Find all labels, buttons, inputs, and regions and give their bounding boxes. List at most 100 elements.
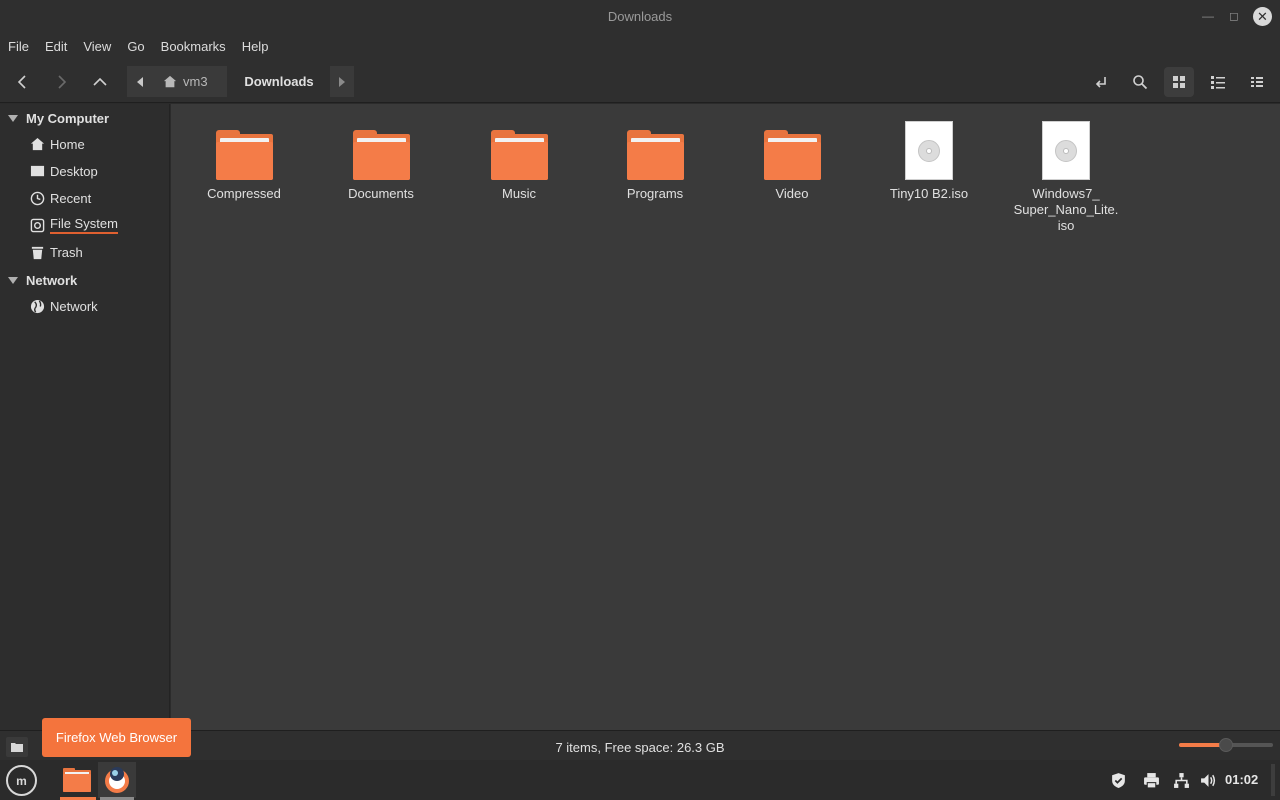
triangle-right-icon bbox=[339, 76, 345, 87]
arrow-up-icon bbox=[93, 77, 107, 86]
folder-icon bbox=[63, 768, 91, 792]
taskbar-firefox-app[interactable] bbox=[98, 762, 136, 800]
location-entry-icon bbox=[1095, 77, 1106, 88]
file-item[interactable]: Windows7_ Super_Nano_Lite. iso bbox=[1006, 120, 1126, 234]
trash-icon bbox=[29, 244, 45, 260]
file-item[interactable]: Video bbox=[732, 120, 852, 202]
file-item[interactable]: Music bbox=[459, 120, 579, 202]
mint-logo-icon: m bbox=[16, 773, 27, 788]
zoom-slider[interactable] bbox=[1179, 738, 1273, 752]
grid-view-icon bbox=[1173, 76, 1185, 88]
expander-icon bbox=[8, 276, 18, 284]
maximize-icon: ◻ bbox=[1229, 9, 1239, 23]
sidebar-item-network[interactable]: Network bbox=[29, 296, 98, 316]
arrow-left-icon bbox=[17, 75, 26, 89]
menu-go[interactable]: Go bbox=[127, 39, 144, 54]
folder-icon bbox=[626, 130, 684, 180]
up-button[interactable] bbox=[85, 67, 115, 97]
close-button[interactable]: ✕ bbox=[1253, 7, 1272, 26]
tooltip: Firefox Web Browser bbox=[42, 718, 191, 757]
breadcrumb-home[interactable]: vm3 bbox=[153, 66, 227, 97]
sidebar-item-label: Desktop bbox=[50, 163, 98, 179]
network-tray[interactable] bbox=[1171, 770, 1191, 790]
search-button[interactable] bbox=[1125, 67, 1155, 97]
back-button[interactable] bbox=[8, 67, 38, 97]
file-name: Music bbox=[502, 186, 536, 201]
disc-image-icon bbox=[905, 121, 953, 180]
home-icon bbox=[163, 75, 177, 87]
breadcrumb-current[interactable]: Downloads bbox=[228, 66, 330, 97]
shield-check-icon bbox=[1111, 772, 1125, 788]
status-text: 7 items, Free space: 26.3 GB bbox=[555, 740, 725, 755]
list-view-button[interactable] bbox=[1203, 67, 1233, 97]
desktop-icon bbox=[29, 163, 45, 179]
minimize-button[interactable]: — bbox=[1198, 6, 1218, 26]
menu-file[interactable]: File bbox=[8, 39, 29, 54]
firefox-icon bbox=[105, 767, 129, 793]
menu-bar: File Edit View Go Bookmarks Help bbox=[0, 33, 1280, 60]
sidebar-section-title: My Computer bbox=[26, 110, 110, 126]
sidebar-section-network[interactable]: Network bbox=[8, 271, 77, 289]
forward-button[interactable] bbox=[46, 67, 76, 97]
compact-view-button[interactable] bbox=[1242, 67, 1272, 97]
file-name: Documents bbox=[348, 186, 414, 201]
minimize-icon: — bbox=[1202, 9, 1214, 23]
triangle-left-icon bbox=[137, 76, 143, 87]
sidebar-item-desktop[interactable]: Desktop bbox=[29, 161, 98, 181]
title-bar: Downloads — ◻ ✕ bbox=[0, 0, 1280, 33]
sidebar-item-label: Recent bbox=[50, 190, 92, 206]
breadcrumb-scroll-right[interactable] bbox=[330, 66, 354, 97]
arrow-right-icon bbox=[58, 75, 67, 89]
icon-view-button[interactable] bbox=[1164, 67, 1194, 97]
menu-help[interactable]: Help bbox=[242, 39, 269, 54]
clock[interactable]: 01:02 bbox=[1225, 772, 1258, 787]
toggle-location-entry-button[interactable] bbox=[1086, 67, 1116, 97]
toolbar: vm3 Downloads bbox=[0, 60, 1280, 103]
file-item[interactable]: Compressed bbox=[184, 120, 304, 202]
file-item[interactable]: Tiny10 B2.iso bbox=[869, 120, 989, 202]
sidebar-item-label: File System bbox=[50, 216, 118, 234]
menu-bookmarks[interactable]: Bookmarks bbox=[161, 39, 226, 54]
list-view-icon bbox=[1211, 76, 1225, 89]
sidebar-section-title: Network bbox=[26, 272, 78, 288]
update-manager-tray[interactable] bbox=[1108, 770, 1128, 790]
file-name: Windows7_ Super_Nano_Lite. iso bbox=[1013, 186, 1119, 233]
folder-icon bbox=[352, 130, 410, 180]
sidebar-item-label: Trash bbox=[50, 244, 83, 260]
status-bar: 7 items, Free space: 26.3 GB bbox=[0, 730, 1280, 760]
volume-tray[interactable] bbox=[1198, 770, 1218, 790]
volume-icon bbox=[1200, 773, 1215, 787]
sidebar-item-file-system[interactable]: File System bbox=[29, 215, 118, 235]
file-item[interactable]: Documents bbox=[321, 120, 441, 202]
folder-icon bbox=[490, 130, 548, 180]
home-icon bbox=[29, 136, 45, 152]
sidebar-section-my-computer[interactable]: My Computer bbox=[8, 109, 109, 127]
start-menu-button[interactable]: m bbox=[6, 765, 37, 796]
zoom-slider-handle[interactable] bbox=[1219, 738, 1233, 752]
menu-view[interactable]: View bbox=[83, 39, 111, 54]
file-view[interactable]: Compressed Documents Music Programs Vide… bbox=[171, 104, 1280, 730]
maximize-button[interactable]: ◻ bbox=[1224, 6, 1244, 26]
show-desktop-button[interactable] bbox=[1271, 764, 1275, 796]
network-wired-icon bbox=[1173, 772, 1189, 788]
sidebar: My Computer Home Desktop Recent File Sys… bbox=[0, 104, 170, 730]
expander-icon bbox=[8, 114, 18, 122]
recent-icon bbox=[29, 190, 45, 206]
sidebar-item-label: Home bbox=[50, 136, 85, 152]
sidebar-item-home[interactable]: Home bbox=[29, 134, 85, 154]
file-item[interactable]: Programs bbox=[595, 120, 715, 202]
file-name: Tiny10 B2.iso bbox=[889, 186, 969, 201]
menu-edit[interactable]: Edit bbox=[45, 39, 67, 54]
printer-tray[interactable] bbox=[1141, 770, 1161, 790]
breadcrumb-label: Downloads bbox=[244, 74, 314, 89]
sidebar-item-label: Network bbox=[50, 298, 98, 314]
sidebar-item-trash[interactable]: Trash bbox=[29, 242, 83, 262]
breadcrumb-scroll-left[interactable] bbox=[127, 66, 153, 97]
network-globe-icon bbox=[29, 298, 45, 314]
folder-icon bbox=[763, 130, 821, 180]
taskbar-files-app[interactable] bbox=[58, 762, 96, 800]
filesystem-icon bbox=[29, 217, 45, 233]
sidebar-item-recent[interactable]: Recent bbox=[29, 188, 91, 208]
file-name: Programs bbox=[626, 186, 684, 201]
breadcrumb-label: vm3 bbox=[183, 74, 208, 89]
